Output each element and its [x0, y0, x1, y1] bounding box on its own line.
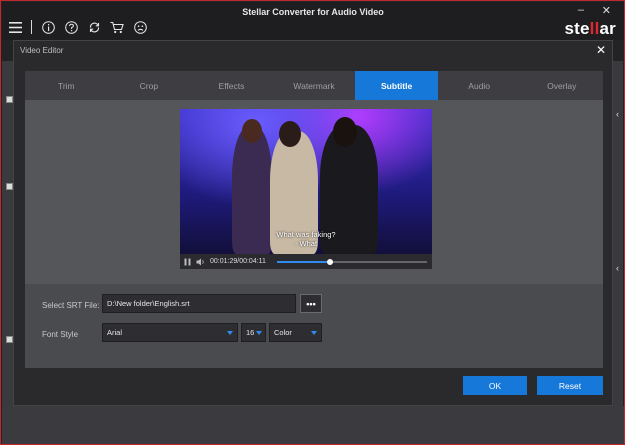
file-checkbox[interactable]: [6, 96, 13, 103]
font-color-value: Color: [274, 328, 292, 337]
stellar-logo: stellar: [564, 19, 616, 39]
volume-icon[interactable]: [196, 253, 205, 271]
video-preview[interactable]: What was faking? - What: [180, 109, 432, 254]
editor-tabs: Trim Crop Effects Watermark Subtitle Aud…: [25, 71, 603, 100]
performer-head: [279, 121, 301, 147]
seek-bar[interactable]: [277, 259, 427, 265]
ok-button[interactable]: OK: [463, 376, 527, 395]
subtitle-line-2: - What: [294, 239, 318, 248]
font-style-label: Font Style: [42, 330, 79, 339]
player-controls: 00:01:29/00:04:11: [180, 254, 432, 269]
subtitle-line-1: What was faking?: [276, 230, 336, 239]
file-checkbox[interactable]: [6, 183, 13, 190]
dialog-close-button[interactable]: ✕: [596, 43, 606, 57]
performer-head: [333, 117, 357, 147]
title-bar: Stellar Converter for Audio Video – ✕ st…: [2, 2, 624, 40]
playback-time: 00:01:29/00:04:11: [210, 258, 266, 265]
seek-handle[interactable]: [326, 259, 333, 265]
srt-file-path-input[interactable]: D:\New folder\English.srt: [102, 294, 296, 313]
font-family-value: Arial: [107, 328, 123, 337]
seek-progress: [277, 261, 330, 263]
tab-overlay[interactable]: Overlay: [520, 71, 603, 100]
info-icon[interactable]: [41, 20, 55, 34]
menu-icon[interactable]: [8, 20, 22, 34]
logo-text-suffix: ar: [599, 19, 616, 38]
subtitle-settings-form: Select SRT File: D:\New folder\English.s…: [25, 284, 603, 368]
close-window-button[interactable]: ✕: [602, 4, 611, 17]
tab-watermark[interactable]: Watermark: [273, 71, 356, 100]
cart-icon[interactable]: [110, 20, 124, 34]
background-bottom-bar: [2, 406, 624, 444]
srt-file-label: Select SRT File:: [42, 301, 100, 310]
font-color-select[interactable]: Color: [269, 323, 322, 342]
chevron-left-icon[interactable]: ‹: [616, 263, 619, 273]
tab-subtitle[interactable]: Subtitle: [355, 71, 438, 100]
tab-trim[interactable]: Trim: [25, 71, 108, 100]
font-size-select[interactable]: 16: [241, 323, 266, 342]
font-size-value: 16: [246, 328, 255, 337]
toolbar-separator: [31, 20, 32, 34]
app-title: Stellar Converter for Audio Video: [242, 7, 384, 17]
pause-icon[interactable]: [184, 253, 191, 271]
browse-button[interactable]: •••: [300, 294, 322, 313]
tab-audio[interactable]: Audio: [438, 71, 521, 100]
chevron-down-icon: [311, 331, 317, 335]
tab-crop[interactable]: Crop: [108, 71, 191, 100]
reset-button[interactable]: Reset: [537, 376, 603, 395]
toolbar: [8, 20, 147, 34]
account-icon[interactable]: [133, 20, 147, 34]
refresh-icon[interactable]: [87, 20, 101, 34]
logo-text-mid: ll: [589, 19, 600, 38]
video-editor-dialog: Video Editor ✕ Trim Crop Effects Waterma…: [13, 40, 613, 406]
chevron-left-icon[interactable]: ‹: [616, 109, 619, 119]
file-checkbox[interactable]: [6, 336, 13, 343]
chevron-down-icon: [227, 331, 233, 335]
help-icon[interactable]: [64, 20, 78, 34]
performer-head: [242, 119, 262, 143]
font-family-select[interactable]: Arial: [102, 323, 238, 342]
tab-effects[interactable]: Effects: [190, 71, 273, 100]
minimize-button[interactable]: –: [578, 4, 584, 16]
dialog-title: Video Editor: [20, 46, 64, 55]
chevron-down-icon: [256, 331, 262, 335]
app-window: Stellar Converter for Audio Video – ✕ st…: [0, 0, 625, 445]
logo-text-prefix: ste: [564, 19, 590, 38]
